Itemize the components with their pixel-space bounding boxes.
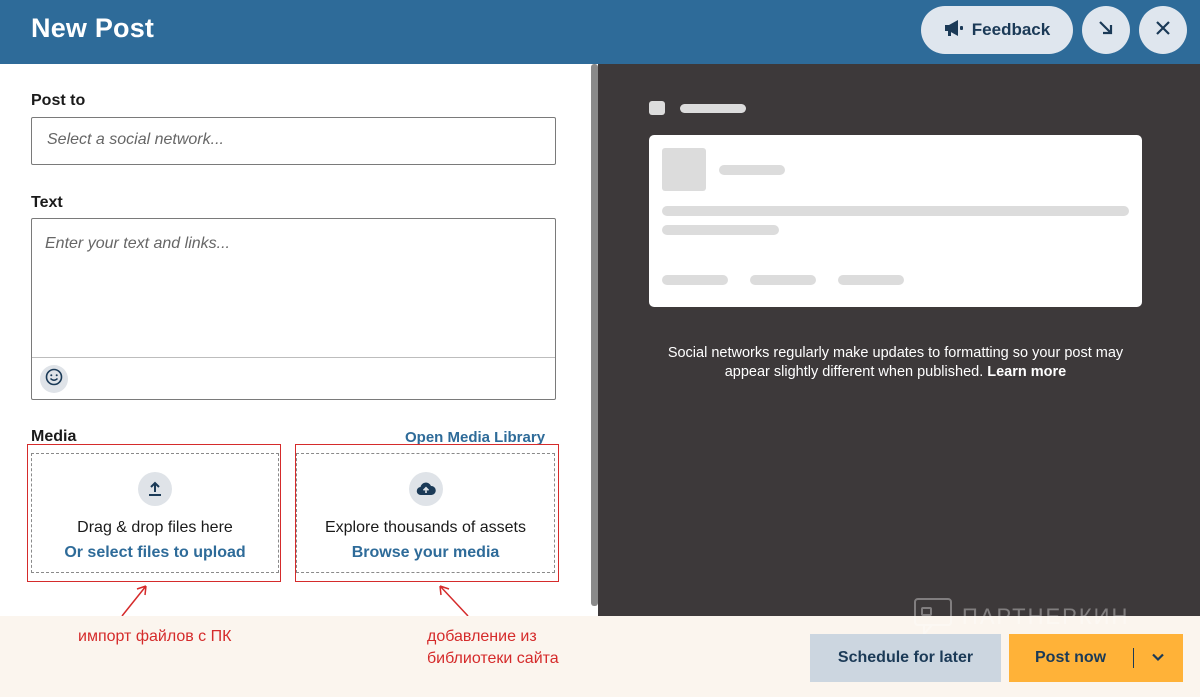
compose-scrollbar[interactable]: [591, 64, 598, 606]
chevron-down-icon[interactable]: [1151, 650, 1165, 669]
feedback-label: Feedback: [971, 20, 1051, 39]
close-icon: [1154, 19, 1172, 42]
post-now-button[interactable]: Post now: [1009, 634, 1183, 682]
post-button-separator: [1133, 648, 1134, 668]
annotation-box-browse: [295, 444, 559, 582]
preview-disclaimer: Social networks regularly make updates t…: [658, 344, 1133, 382]
emoji-button[interactable]: [40, 365, 68, 393]
skeleton-title-bar: [719, 165, 785, 175]
page-title: New Post: [31, 13, 155, 43]
preview-card: [649, 135, 1142, 307]
skeleton-line-2: [662, 225, 779, 235]
watermark-text: ПАРТНЕРКИН: [962, 604, 1130, 629]
header-bar: New Post Feedback: [0, 0, 1200, 64]
annotation-text-left: импорт файлов с ПК: [78, 628, 232, 645]
arrow-down-right-icon: [1097, 19, 1115, 42]
skeleton-name-bar: [680, 104, 746, 113]
learn-more-link[interactable]: Learn more: [987, 364, 1066, 380]
skeleton-line-1: [662, 206, 1129, 216]
watermark: ПАРТНЕРКИН: [912, 596, 1129, 638]
skeleton-action-1: [662, 275, 728, 285]
skeleton-action-3: [838, 275, 904, 285]
annotation-box-upload: [27, 444, 281, 582]
skeleton-thumbnail: [662, 148, 706, 191]
watermark-logo-icon: [914, 598, 952, 637]
preview-panel: Social networks regularly make updates t…: [598, 64, 1200, 616]
skeleton-avatar-small: [649, 101, 665, 115]
social-network-select[interactable]: Select a social network...: [31, 117, 556, 165]
text-toolbar-divider: [32, 357, 555, 358]
annotation-arrow-left: [121, 585, 147, 617]
close-button[interactable]: [1139, 6, 1187, 54]
post-to-label: Post to: [31, 92, 86, 109]
smiley-icon: [45, 368, 63, 391]
text-placeholder: Enter your text and links...: [45, 235, 230, 252]
text-label: Text: [31, 194, 63, 211]
skeleton-action-2: [750, 275, 816, 285]
schedule-for-later-button[interactable]: Schedule for later: [810, 634, 1001, 682]
post-now-label: Post now: [1035, 649, 1107, 666]
annotation-arrow-right: [439, 585, 469, 617]
feedback-button[interactable]: Feedback: [921, 6, 1073, 54]
minimize-button[interactable]: [1082, 6, 1130, 54]
annotation-text-right-2: библиотеки сайта: [427, 650, 559, 667]
post-text-area[interactable]: Enter your text and links...: [31, 218, 556, 400]
megaphone-icon: [944, 19, 964, 42]
annotation-text-right-1: добавление из: [427, 628, 537, 645]
